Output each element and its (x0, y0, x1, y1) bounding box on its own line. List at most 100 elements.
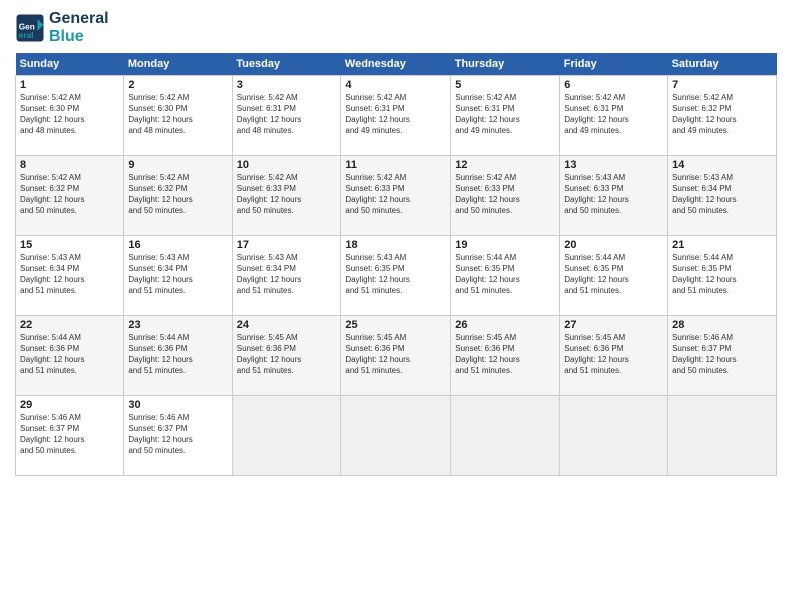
day-info: Sunrise: 5:45 AM Sunset: 6:36 PM Dayligh… (564, 333, 663, 376)
day-number: 24 (237, 319, 337, 331)
day-number: 30 (128, 399, 227, 411)
day-cell: 19 Sunrise: 5:44 AM Sunset: 6:35 PM Dayli… (451, 236, 560, 316)
day-cell: 10 Sunrise: 5:42 AM Sunset: 6:33 PM Dayli… (232, 156, 341, 236)
week-row-3: 15 Sunrise: 5:43 AM Sunset: 6:34 PM Dayli… (16, 236, 777, 316)
day-number: 25 (345, 319, 446, 331)
day-number: 14 (672, 159, 772, 171)
weekday-header-row: SundayMondayTuesdayWednesdayThursdayFrid… (16, 53, 777, 76)
week-row-1: 1 Sunrise: 5:42 AM Sunset: 6:30 PM Daylig… (16, 76, 777, 156)
weekday-friday: Friday (560, 53, 668, 76)
day-number: 9 (128, 159, 227, 171)
day-cell: 22 Sunrise: 5:44 AM Sunset: 6:36 PM Dayli… (16, 316, 124, 396)
weekday-monday: Monday (124, 53, 232, 76)
day-cell: 20Sunrise: 5:44 AM Sunset: 6:35 PM Dayli… (560, 236, 668, 316)
day-cell: 27Sunrise: 5:45 AM Sunset: 6:36 PM Dayli… (560, 316, 668, 396)
day-cell (668, 396, 777, 476)
day-number: 16 (128, 239, 227, 251)
day-cell: 16 Sunrise: 5:43 AM Sunset: 6:34 PM Dayli… (124, 236, 232, 316)
day-number: 15 (20, 239, 119, 251)
day-cell: 15 Sunrise: 5:43 AM Sunset: 6:34 PM Dayli… (16, 236, 124, 316)
day-number: 3 (237, 79, 337, 91)
calendar: SundayMondayTuesdayWednesdayThursdayFrid… (15, 53, 777, 476)
day-cell: 7 Sunrise: 5:42 AM Sunset: 6:32 PM Daylig… (668, 76, 777, 156)
day-info: Sunrise: 5:46 AM Sunset: 6:37 PM Dayligh… (128, 413, 227, 456)
day-cell: 29 Sunrise: 5:46 AM Sunset: 6:37 PM Dayli… (16, 396, 124, 476)
svg-text:eral: eral (19, 30, 34, 39)
day-info: Sunrise: 5:45 AM Sunset: 6:36 PM Dayligh… (455, 333, 555, 376)
day-number: 12 (455, 159, 555, 171)
day-cell: 23Sunrise: 5:44 AM Sunset: 6:36 PM Dayli… (124, 316, 232, 396)
day-cell: 1 Sunrise: 5:42 AM Sunset: 6:30 PM Daylig… (16, 76, 124, 156)
header: Gen eral General Blue (15, 10, 777, 45)
day-cell: 4Sunrise: 5:42 AM Sunset: 6:31 PM Daylig… (341, 76, 451, 156)
weekday-thursday: Thursday (451, 53, 560, 76)
day-number: 1 (20, 79, 119, 91)
day-info: Sunrise: 5:42 AM Sunset: 6:31 PM Dayligh… (564, 93, 663, 136)
day-number: 2 (128, 79, 227, 91)
day-number: 19 (455, 239, 555, 251)
weekday-saturday: Saturday (668, 53, 777, 76)
day-cell: 21 Sunrise: 5:44 AM Sunset: 6:35 PM Dayli… (668, 236, 777, 316)
day-number: 22 (20, 319, 119, 331)
day-cell: 9 Sunrise: 5:42 AM Sunset: 6:32 PM Daylig… (124, 156, 232, 236)
logo-blue: Blue (49, 28, 109, 46)
page: Gen eral General Blue SundayMondayTuesda… (0, 0, 792, 612)
day-cell: 5Sunrise: 5:42 AM Sunset: 6:31 PM Daylig… (451, 76, 560, 156)
day-cell: 6 Sunrise: 5:42 AM Sunset: 6:31 PM Daylig… (560, 76, 668, 156)
day-number: 18 (345, 239, 446, 251)
day-number: 7 (672, 79, 772, 91)
day-info: Sunrise: 5:43 AM Sunset: 6:34 PM Dayligh… (20, 253, 119, 296)
day-info: Sunrise: 5:42 AM Sunset: 6:33 PM Dayligh… (237, 173, 337, 216)
day-cell: 8 Sunrise: 5:42 AM Sunset: 6:32 PM Daylig… (16, 156, 124, 236)
day-number: 5 (455, 79, 555, 91)
day-number: 11 (345, 159, 446, 171)
weekday-tuesday: Tuesday (232, 53, 341, 76)
day-number: 26 (455, 319, 555, 331)
day-info: Sunrise: 5:44 AM Sunset: 6:36 PM Dayligh… (20, 333, 119, 376)
day-info: Sunrise: 5:45 AM Sunset: 6:36 PM Dayligh… (345, 333, 446, 376)
day-cell: 11 Sunrise: 5:42 AM Sunset: 6:33 PM Dayli… (341, 156, 451, 236)
day-number: 29 (20, 399, 119, 411)
day-number: 21 (672, 239, 772, 251)
day-cell: 3 Sunrise: 5:42 AM Sunset: 6:31 PM Daylig… (232, 76, 341, 156)
week-row-5: 29 Sunrise: 5:46 AM Sunset: 6:37 PM Dayli… (16, 396, 777, 476)
week-row-4: 22 Sunrise: 5:44 AM Sunset: 6:36 PM Dayli… (16, 316, 777, 396)
day-number: 10 (237, 159, 337, 171)
day-cell: 14 Sunrise: 5:43 AM Sunset: 6:34 PM Dayli… (668, 156, 777, 236)
logo-name: General (49, 10, 109, 28)
day-info: Sunrise: 5:43 AM Sunset: 6:33 PM Dayligh… (564, 173, 663, 216)
day-number: 28 (672, 319, 772, 331)
day-info: Sunrise: 5:43 AM Sunset: 6:34 PM Dayligh… (128, 253, 227, 296)
day-cell (341, 396, 451, 476)
day-info: Sunrise: 5:42 AM Sunset: 6:33 PM Dayligh… (455, 173, 555, 216)
day-info: Sunrise: 5:42 AM Sunset: 6:32 PM Dayligh… (20, 173, 119, 216)
day-cell: 24Sunrise: 5:45 AM Sunset: 6:36 PM Dayli… (232, 316, 341, 396)
day-cell: 17Sunrise: 5:43 AM Sunset: 6:34 PM Dayli… (232, 236, 341, 316)
day-cell: 12 Sunrise: 5:42 AM Sunset: 6:33 PM Dayli… (451, 156, 560, 236)
day-info: Sunrise: 5:42 AM Sunset: 6:30 PM Dayligh… (20, 93, 119, 136)
day-info: Sunrise: 5:44 AM Sunset: 6:35 PM Dayligh… (564, 253, 663, 296)
day-info: Sunrise: 5:44 AM Sunset: 6:35 PM Dayligh… (672, 253, 772, 296)
day-info: Sunrise: 5:44 AM Sunset: 6:35 PM Dayligh… (455, 253, 555, 296)
day-info: Sunrise: 5:42 AM Sunset: 6:33 PM Dayligh… (345, 173, 446, 216)
logo-icon: Gen eral (15, 13, 45, 43)
day-info: Sunrise: 5:44 AM Sunset: 6:36 PM Dayligh… (128, 333, 227, 376)
day-cell (560, 396, 668, 476)
day-info: Sunrise: 5:42 AM Sunset: 6:32 PM Dayligh… (672, 93, 772, 136)
day-number: 8 (20, 159, 119, 171)
day-cell: 18 Sunrise: 5:43 AM Sunset: 6:35 PM Dayli… (341, 236, 451, 316)
day-number: 6 (564, 79, 663, 91)
day-number: 4 (345, 79, 446, 91)
day-cell: 2 Sunrise: 5:42 AM Sunset: 6:30 PM Daylig… (124, 76, 232, 156)
day-info: Sunrise: 5:42 AM Sunset: 6:31 PM Dayligh… (237, 93, 337, 136)
logo: Gen eral General Blue (15, 10, 109, 45)
day-info: Sunrise: 5:42 AM Sunset: 6:32 PM Dayligh… (128, 173, 227, 216)
day-info: Sunrise: 5:46 AM Sunset: 6:37 PM Dayligh… (20, 413, 119, 456)
day-info: Sunrise: 5:46 AM Sunset: 6:37 PM Dayligh… (672, 333, 772, 376)
day-info: Sunrise: 5:43 AM Sunset: 6:35 PM Dayligh… (345, 253, 446, 296)
week-row-2: 8 Sunrise: 5:42 AM Sunset: 6:32 PM Daylig… (16, 156, 777, 236)
day-info: Sunrise: 5:43 AM Sunset: 6:34 PM Dayligh… (672, 173, 772, 216)
day-cell (451, 396, 560, 476)
day-info: Sunrise: 5:42 AM Sunset: 6:30 PM Dayligh… (128, 93, 227, 136)
day-cell: 26 Sunrise: 5:45 AM Sunset: 6:36 PM Dayli… (451, 316, 560, 396)
